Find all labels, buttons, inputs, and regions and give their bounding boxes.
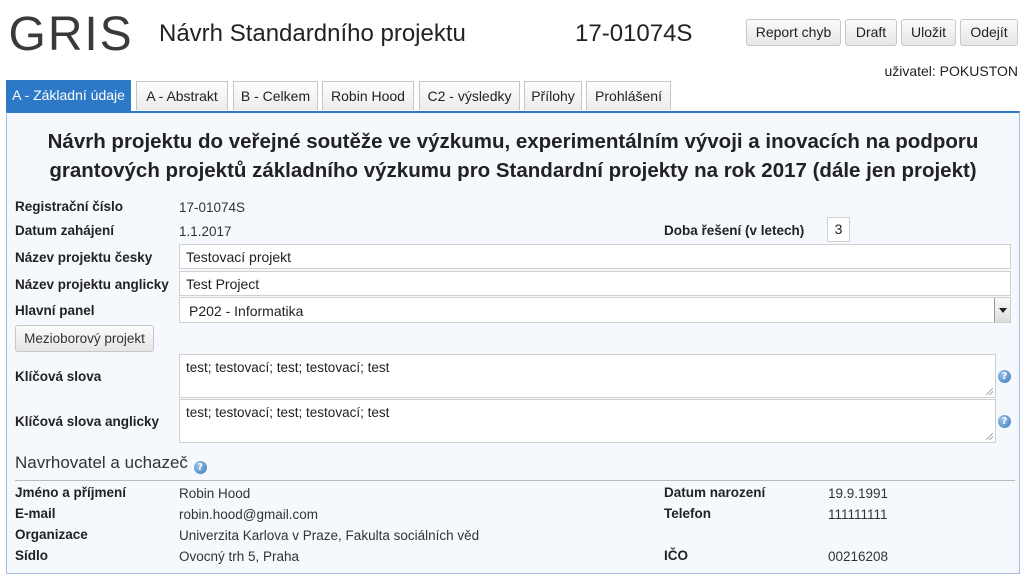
birth-date-value: 19.9.1991 xyxy=(828,486,889,501)
save-button[interactable]: Uložit xyxy=(901,19,956,46)
report-bug-button[interactable]: Report chyb xyxy=(746,19,841,46)
keywords-en-textarea[interactable]: test; testovací; test; testovací; test xyxy=(179,399,996,443)
tab-c2-vysledky[interactable]: C2 - výsledky xyxy=(419,81,520,110)
birth-date-label: Datum narození xyxy=(664,485,766,500)
tab-prohlaseni[interactable]: Prohlášení xyxy=(586,81,671,110)
keywords-en-label: Klíčová slova anglicky xyxy=(15,414,160,429)
name-en-input[interactable]: Test Project xyxy=(179,271,1011,296)
phone-label: Telefon xyxy=(664,506,711,521)
app-header: GRIS Návrh Standardního projektu 17-0107… xyxy=(0,0,1024,80)
help-icon[interactable]: ? xyxy=(998,415,1011,428)
ico-label: IČO xyxy=(664,548,689,563)
form-panel: Návrh projektu do veřejné soutěže ve výz… xyxy=(6,111,1020,574)
tab-robin-hood[interactable]: Robin Hood xyxy=(322,81,414,110)
draft-button[interactable]: Draft xyxy=(845,19,897,46)
page-title: Návrh Standardního projektu xyxy=(159,20,466,47)
dropdown-arrow-icon[interactable] xyxy=(994,298,1010,322)
tab-celkem[interactable]: B - Celkem xyxy=(233,81,318,110)
project-code: 17-01074S xyxy=(575,20,693,47)
name-en-label: Název projektu anglicky xyxy=(15,277,169,292)
duration-label: Doba řešení (v letech) xyxy=(664,223,805,238)
form-heading-line1: Návrh projektu do veřejné soutěže ve výz… xyxy=(47,130,979,153)
form-heading: Návrh projektu do veřejné soutěže ve výz… xyxy=(27,127,999,185)
applicant-name-value: Robin Hood xyxy=(179,486,251,501)
interdisciplinary-button[interactable]: Mezioborový projekt xyxy=(15,325,154,352)
name-cz-label: Název projektu česky xyxy=(15,250,153,265)
applicant-name-label: Jméno a příjmení xyxy=(15,485,127,500)
phone-value: 111111111 xyxy=(828,507,888,522)
resize-grip-icon[interactable] xyxy=(986,388,993,395)
tab-prilohy[interactable]: Přílohy xyxy=(524,81,582,110)
main-panel-label: Hlavní panel xyxy=(15,303,95,318)
logo-text: GRIS xyxy=(9,8,134,56)
tab-bar: A - Základní údaje A - Abstrakt B - Celk… xyxy=(6,80,1020,111)
keywords-textarea[interactable]: test; testovací; test; testovací; test xyxy=(179,354,996,398)
keywords-label: Klíčová slova xyxy=(15,369,102,384)
main-panel-selected: P202 - Informatika xyxy=(189,303,304,319)
start-date-label: Datum zahájení xyxy=(15,223,115,238)
email-label: E-mail xyxy=(15,506,56,521)
organization-label: Organizace xyxy=(15,527,88,542)
start-date-value: 1.1.2017 xyxy=(179,224,232,239)
email-value: robin.hood@gmail.com xyxy=(179,507,319,522)
gris-logo: GRIS xyxy=(9,8,134,56)
reg-number-label: Registrační číslo xyxy=(15,199,124,214)
name-cz-input[interactable]: Testovací projekt xyxy=(179,244,1011,269)
keywords-en-text: test; testovací; test; testovací; test xyxy=(186,405,390,420)
help-icon[interactable]: ? xyxy=(998,370,1011,383)
applicant-section-title: Navrhovatel a uchazeč ? xyxy=(15,453,207,474)
main-panel-select[interactable]: P202 - Informatika xyxy=(179,297,1011,323)
section-divider xyxy=(15,480,1015,481)
logout-button[interactable]: Odejít xyxy=(960,19,1018,46)
duration-input[interactable]: 3 xyxy=(827,217,850,242)
reg-number-value: 17-01074S xyxy=(179,200,246,215)
current-user: uživatel: POKUSTON xyxy=(884,63,1018,79)
seat-label: Sídlo xyxy=(15,548,48,563)
keywords-text: test; testovací; test; testovací; test xyxy=(186,360,390,375)
resize-grip-icon[interactable] xyxy=(986,433,993,440)
applicant-section-text: Navrhovatel a uchazeč xyxy=(15,453,188,472)
help-icon[interactable]: ? xyxy=(193,461,207,474)
tab-abstrakt[interactable]: A - Abstrakt xyxy=(136,81,228,110)
ico-value: 00216208 xyxy=(828,549,889,564)
seat-value: Ovocný trh 5, Praha xyxy=(179,549,300,564)
organization-value: Univerzita Karlova v Praze, Fakulta soci… xyxy=(179,528,480,543)
form-heading-line2: grantových projektů základního výzkumu p… xyxy=(49,159,977,182)
tab-zakladni-udaje[interactable]: A - Základní údaje xyxy=(6,80,131,111)
